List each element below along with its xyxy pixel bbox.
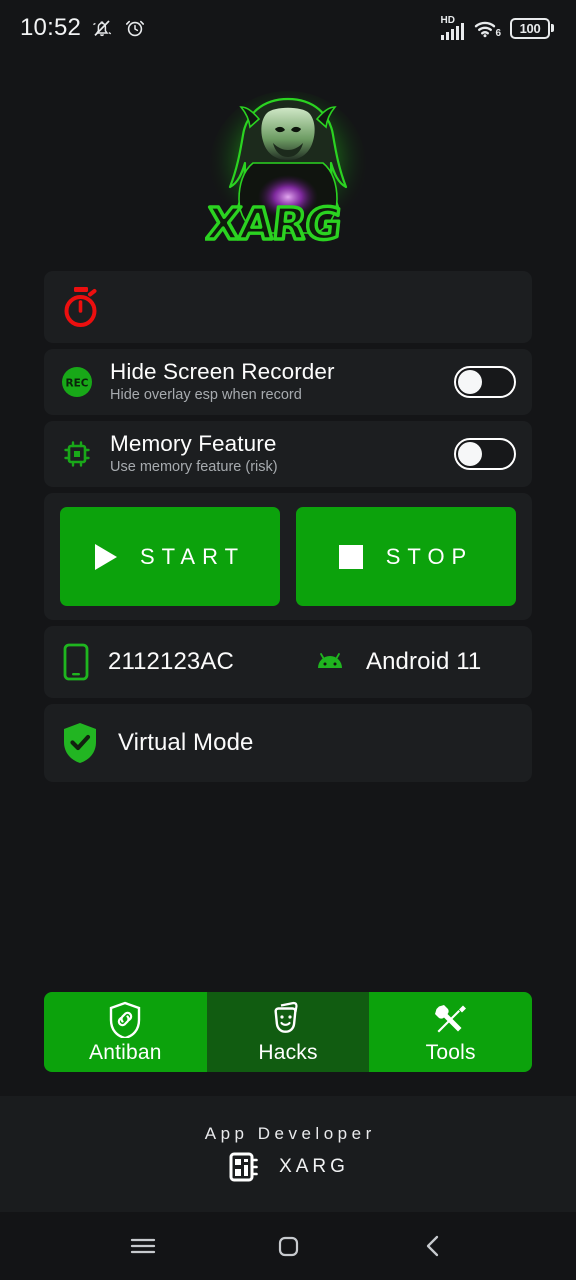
virtual-mode-card[interactable]: Virtual Mode	[44, 704, 532, 782]
wrench-screwdriver-icon	[434, 1004, 466, 1032]
shield-check-icon	[64, 723, 96, 763]
main-content: REC Hide Screen Recorder Hide overlay es…	[0, 271, 576, 890]
wifi-generation-label: 6	[495, 28, 501, 39]
status-bar-right: HD 6 100	[440, 15, 554, 40]
menu-icon[interactable]	[113, 1216, 173, 1276]
hide-screen-recorder-switch[interactable]	[454, 366, 516, 398]
chip-icon	[229, 1152, 258, 1182]
memory-feature-switch[interactable]	[454, 438, 516, 470]
bottom-tab-bar: Antiban Hacks Tools	[44, 992, 532, 1072]
rec-icon: REC	[58, 365, 96, 399]
virtual-mode-label: Virtual Mode	[118, 729, 254, 756]
tab-tools[interactable]: Tools	[369, 992, 532, 1072]
android-icon	[318, 653, 342, 668]
hd-label: HD	[440, 15, 455, 26]
toggle-title: Hide Screen Recorder	[110, 359, 335, 384]
chevron-left-icon[interactable]	[403, 1216, 463, 1276]
xarg-predator-logo-icon: XARG	[202, 90, 366, 251]
start-button[interactable]: START	[60, 507, 280, 606]
toggle-subtitle: Use memory feature (risk)	[110, 459, 278, 475]
device-info-card: 2112123AC Android 11	[44, 626, 532, 698]
tab-antiban-label: Antiban	[89, 1040, 162, 1064]
row-text-group: Hide Screen Recorder Hide overlay esp wh…	[110, 359, 440, 405]
tab-hacks-label: Hacks	[258, 1040, 318, 1064]
mute-bell-icon	[93, 20, 112, 37]
footer-developer-name: XARG	[279, 1156, 349, 1177]
wifi-icon: 6	[473, 16, 501, 40]
toggle-subtitle: Hide overlay esp when record	[110, 387, 302, 403]
start-button-label: START	[139, 543, 246, 569]
footer-title: App Developer	[204, 1124, 376, 1143]
device-model-label: 2112123AC	[108, 648, 234, 675]
tab-hacks[interactable]: Hacks	[206, 992, 370, 1072]
stop-button[interactable]: STOP	[296, 507, 516, 606]
svg-text:XARG: XARG	[205, 199, 343, 250]
tab-antiban[interactable]: Antiban	[44, 992, 207, 1072]
toggle-title: Memory Feature	[110, 431, 277, 456]
battery-level-label: 100	[519, 20, 541, 36]
device-os-cell: Android 11	[310, 648, 481, 676]
stopwatch-icon	[64, 287, 97, 327]
theater-masks-icon	[274, 1001, 298, 1033]
status-bar-left: 10:52	[20, 14, 147, 42]
tab-tools-label: Tools	[425, 1040, 476, 1064]
stop-button-label: STOP	[385, 543, 474, 569]
row-hide-screen-recorder[interactable]: REC Hide Screen Recorder Hide overlay es…	[44, 349, 532, 415]
alarm-clock-icon	[126, 20, 145, 37]
action-buttons-card: START STOP	[44, 493, 532, 620]
android-navigation-bar	[0, 1212, 576, 1280]
timer-card[interactable]	[44, 271, 532, 343]
battery-icon: 100	[510, 17, 554, 39]
switch-knob	[458, 442, 482, 466]
status-clock: 10:52	[20, 14, 82, 41]
stop-square-icon	[338, 544, 363, 569]
footer-developer: XARG	[227, 1150, 349, 1184]
footer: App Developer XARG	[0, 1096, 576, 1212]
app-logo: XARG	[0, 56, 576, 271]
home-square-icon[interactable]	[258, 1216, 318, 1276]
device-os-label: Android 11	[366, 648, 482, 675]
signal-icon: HD	[440, 15, 464, 40]
row-text-group: Memory Feature Use memory feature (risk)	[110, 431, 440, 477]
play-icon	[94, 543, 117, 570]
switch-knob	[458, 370, 482, 394]
device-model-cell: 2112123AC	[60, 642, 310, 682]
status-bar: 10:52 HD 6 100	[0, 0, 576, 56]
memory-chip-icon	[58, 438, 96, 470]
svg-text:REC: REC	[66, 378, 89, 390]
row-memory-feature[interactable]: Memory Feature Use memory feature (risk)	[44, 421, 532, 487]
app-screen: 10:52 HD 6 100 XARG REC Hide Screen Reco…	[0, 0, 576, 1280]
shield-link-icon	[110, 1001, 141, 1038]
phone-icon	[63, 643, 89, 681]
